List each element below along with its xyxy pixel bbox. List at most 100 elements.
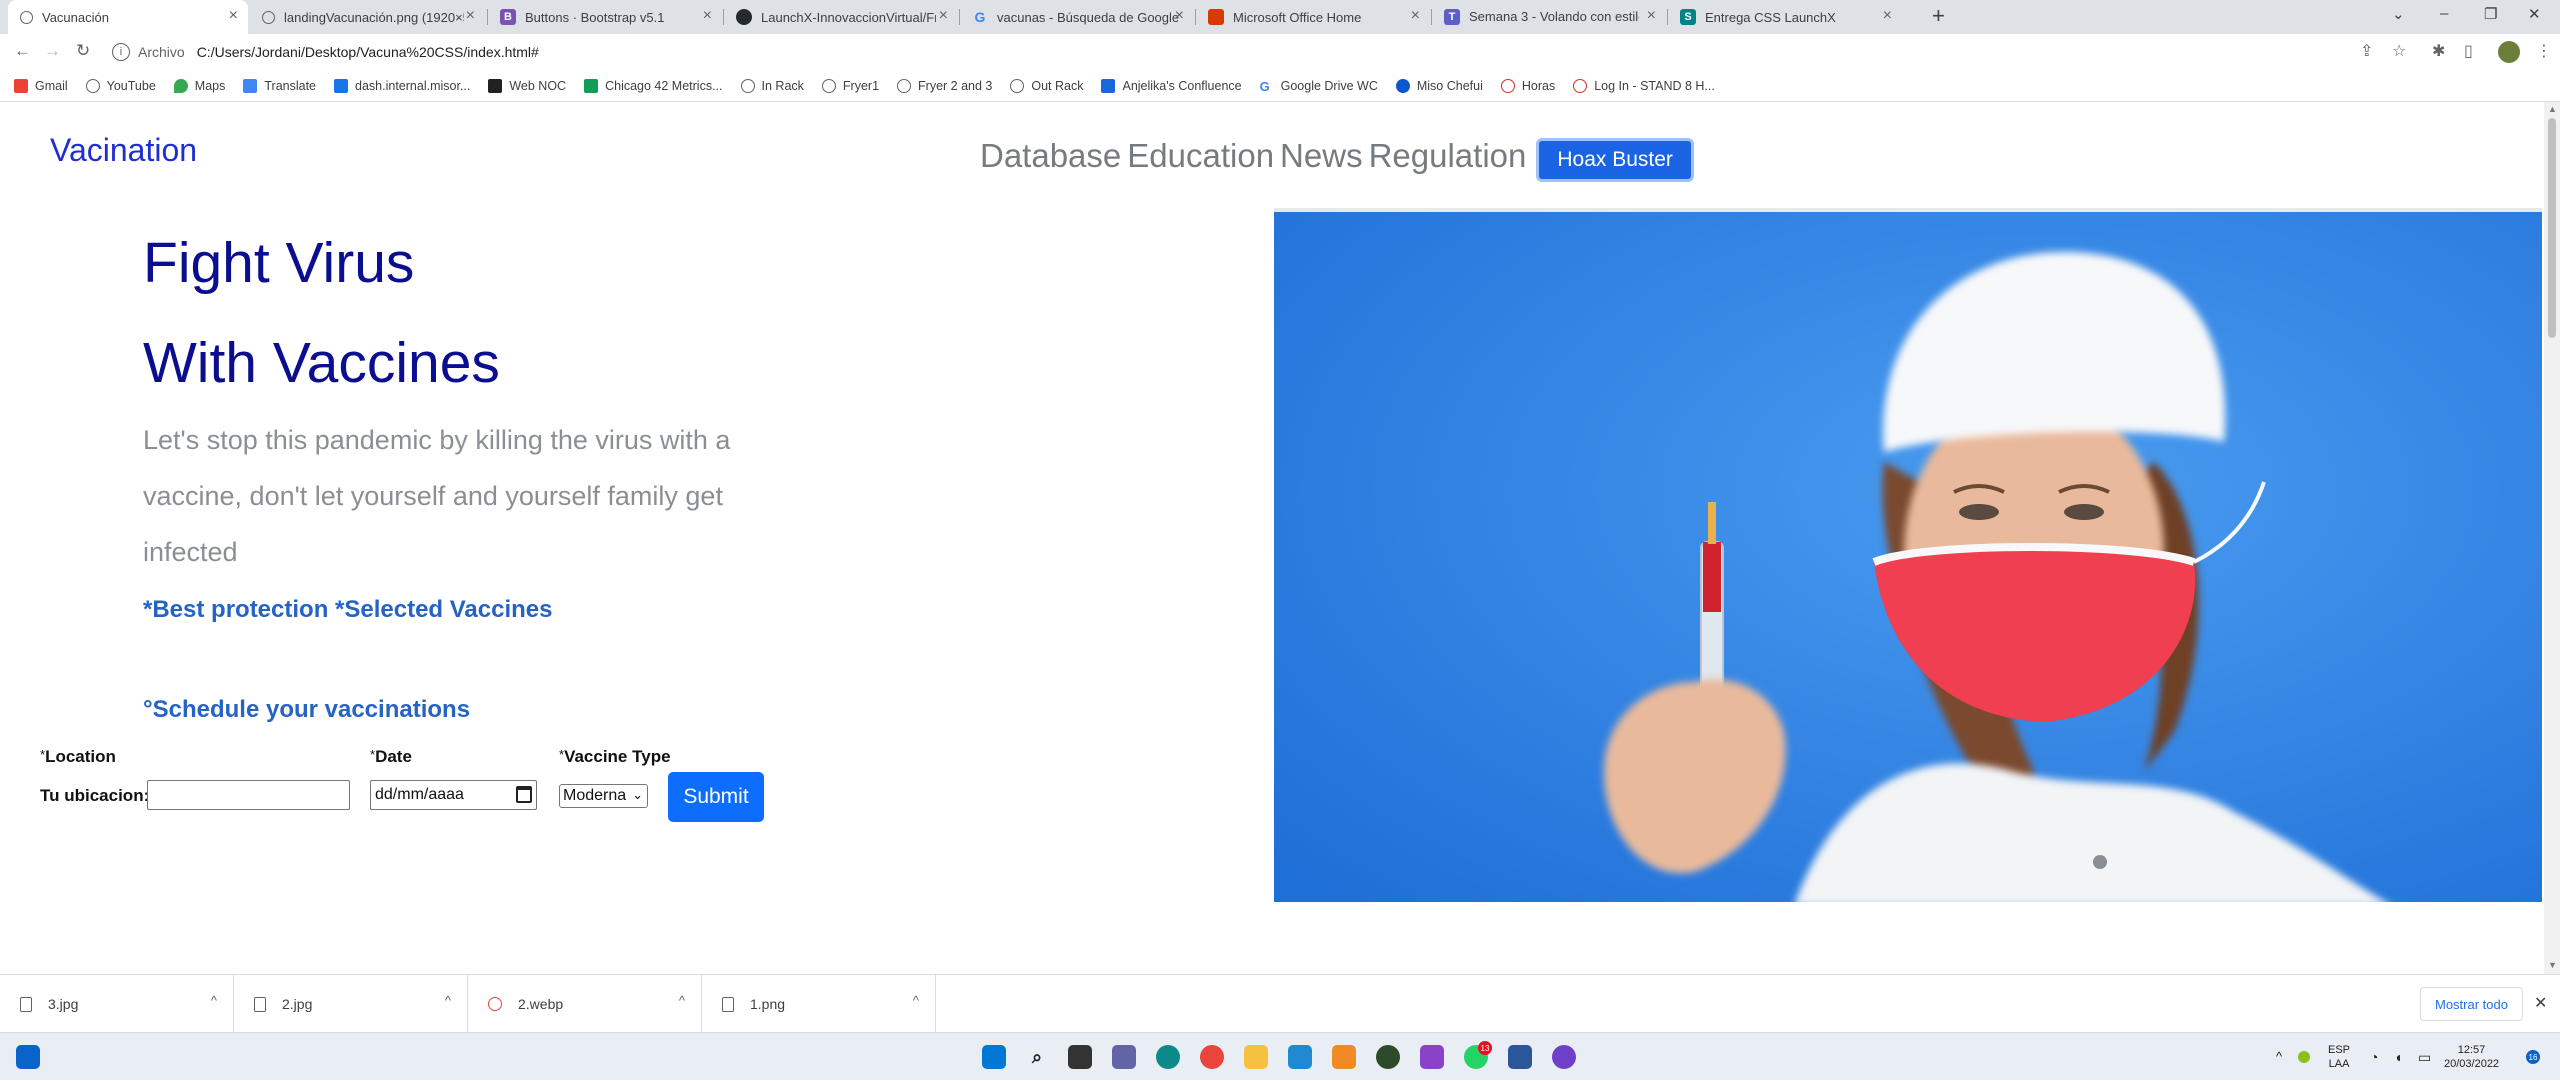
close-tab-icon[interactable]: × — [1411, 8, 1420, 24]
widgets-icon[interactable] — [16, 1045, 40, 1069]
calendar-icon[interactable] — [516, 786, 532, 803]
location-input[interactable] — [147, 780, 350, 810]
volume-icon[interactable]: ◖ — [2394, 1033, 2402, 1081]
close-shelf-icon[interactable]: ✕ — [2534, 993, 2547, 1013]
tab-vacunacion[interactable]: Vacunación × — [8, 0, 248, 34]
nav-database[interactable]: Database — [980, 137, 1121, 175]
task-view-icon[interactable] — [1068, 1045, 1092, 1069]
restore-icon[interactable]: ❐ — [2484, 5, 2497, 23]
new-tab-icon[interactable]: + — [1932, 5, 1945, 27]
word-icon[interactable] — [1508, 1045, 1532, 1069]
menu-kebab-icon[interactable]: ⋮ — [2536, 43, 2552, 61]
chevron-up-icon[interactable]: ^ — [679, 993, 685, 1008]
close-tab-icon[interactable]: × — [1883, 8, 1892, 24]
url-text[interactable]: C:/Users/Jordani/Desktop/Vacuna%20CSS/in… — [197, 44, 539, 60]
bookmark-stand8[interactable]: Log In - STAND 8 H... — [1573, 78, 1715, 93]
profile-avatar[interactable] — [2498, 41, 2520, 63]
app-globe-icon[interactable] — [1376, 1045, 1400, 1069]
minimize-icon[interactable]: – — [2440, 5, 2448, 22]
download-item[interactable]: 1.png ^ — [702, 975, 936, 1033]
start-windows-icon[interactable] — [982, 1045, 1006, 1069]
battery-icon[interactable]: ▭ — [2418, 1033, 2431, 1081]
bookmark-maps[interactable]: Maps — [173, 78, 225, 93]
hoax-buster-button[interactable]: Hoax Buster — [1536, 138, 1694, 182]
extensions-icon[interactable]: ✱ — [2432, 43, 2445, 61]
nav-regulation[interactable]: Regulation — [1369, 137, 1527, 175]
tab-entrega-css[interactable]: S Entrega CSS LaunchX × — [1668, 0, 1902, 34]
omnibox[interactable]: i Archivo C:/Users/Jordani/Desktop/Vacun… — [112, 38, 2392, 66]
sheets-icon — [584, 78, 599, 93]
bookmark-fryer1[interactable]: Fryer1 — [821, 78, 879, 93]
close-window-icon[interactable]: ✕ — [2528, 5, 2541, 23]
bookmark-google-drive[interactable]: G Google Drive WC — [1260, 79, 1378, 94]
bookmark-star-icon[interactable]: ☆ — [2392, 43, 2406, 61]
tray-app-icon[interactable] — [2298, 1033, 2310, 1081]
chevron-up-icon[interactable]: ^ — [211, 993, 217, 1008]
close-tab-icon[interactable]: × — [466, 8, 475, 24]
chevron-up-icon[interactable]: ^ — [913, 993, 919, 1008]
side-panel-icon[interactable]: ▯ — [2464, 43, 2473, 61]
forward-icon[interactable]: → — [44, 42, 61, 60]
date-input[interactable]: dd/mm/aaaa — [370, 780, 537, 810]
back-icon[interactable]: ← — [14, 42, 31, 60]
show-all-downloads-button[interactable]: Mostrar todo — [2420, 987, 2523, 1021]
scroll-up-icon[interactable]: ▲ — [2548, 104, 2557, 114]
bookmark-chicago-metrics[interactable]: Chicago 42 Metrics... — [584, 78, 723, 93]
bookmark-miso-chefui[interactable]: Miso Chefui — [1395, 78, 1483, 93]
tab-teams-semana3[interactable]: T Semana 3 - Volando con estilo 🚀 × — [1432, 0, 1666, 34]
bookmark-horas[interactable]: Horas — [1500, 78, 1555, 93]
tab-search-chevron-icon[interactable]: ⌄ — [2392, 5, 2405, 23]
wifi-icon[interactable]: ◔ — [2370, 1033, 2378, 1081]
clock[interactable]: 12:57 20/03/2022 — [2444, 1033, 2499, 1081]
page-scrollbar[interactable]: ▲ ▼ — [2544, 102, 2560, 974]
reload-icon[interactable]: ↻ — [76, 42, 90, 60]
dashboard-icon — [334, 78, 349, 93]
download-item[interactable]: 2.webp ^ — [468, 975, 702, 1033]
vlc-icon[interactable] — [1332, 1045, 1356, 1069]
bookmark-dash-internal[interactable]: dash.internal.misor... — [334, 78, 470, 93]
teams-chat-icon[interactable] — [1112, 1045, 1136, 1069]
file-explorer-icon[interactable] — [1244, 1045, 1268, 1069]
bookmark-youtube[interactable]: YouTube — [85, 78, 156, 93]
bookmark-fryer-2-3[interactable]: Fryer 2 and 3 — [897, 78, 992, 93]
tray-overflow-chevron-icon[interactable]: ^ — [2276, 1033, 2282, 1081]
download-item[interactable]: 2.jpg ^ — [234, 975, 468, 1033]
nav-education[interactable]: Education — [1127, 137, 1274, 175]
share-icon[interactable]: ⇪ — [2360, 43, 2373, 61]
submit-button[interactable]: Submit — [668, 772, 764, 822]
close-tab-icon[interactable]: × — [1175, 8, 1184, 24]
bookmark-out-rack[interactable]: Out Rack — [1010, 78, 1083, 93]
bookmark-in-rack[interactable]: In Rack — [740, 78, 804, 93]
confluence-icon — [1101, 78, 1116, 93]
bookmark-web-noc[interactable]: Web NOC — [488, 78, 566, 93]
tab-bootstrap-buttons[interactable]: B Buttons · Bootstrap v5.1 × — [488, 0, 722, 34]
tab-google-search[interactable]: G vacunas - Búsqueda de Google × — [960, 0, 1194, 34]
bookmark-confluence[interactable]: Anjelika's Confluence — [1101, 78, 1242, 93]
notification-badge[interactable]: 16 — [2526, 1050, 2540, 1064]
bootstrap-icon: B — [500, 9, 516, 25]
github-desktop-icon[interactable] — [1552, 1045, 1576, 1069]
download-item[interactable]: 3.jpg ^ — [0, 975, 234, 1033]
scrollbar-thumb[interactable] — [2548, 118, 2556, 338]
input-language[interactable]: ESP LAA — [2328, 1033, 2350, 1081]
vaccine-type-select[interactable]: Moderna ⌄ — [559, 784, 648, 808]
close-tab-icon[interactable]: × — [939, 8, 948, 24]
brand-logo[interactable]: Vacination — [50, 132, 197, 169]
search-icon[interactable]: ⌕ — [1025, 1045, 1049, 1069]
close-tab-icon[interactable]: × — [1647, 8, 1656, 24]
tab-office-home[interactable]: Microsoft Office Home × — [1196, 0, 1430, 34]
info-icon[interactable]: i — [112, 43, 130, 61]
scroll-down-icon[interactable]: ▼ — [2548, 960, 2557, 970]
nav-news[interactable]: News — [1280, 137, 1363, 175]
close-tab-icon[interactable]: × — [229, 8, 238, 24]
chrome-icon[interactable] — [1200, 1045, 1224, 1069]
chevron-up-icon[interactable]: ^ — [445, 993, 451, 1008]
bookmark-gmail[interactable]: Gmail — [14, 78, 68, 93]
edge-icon[interactable] — [1156, 1045, 1180, 1069]
vscode-icon[interactable] — [1288, 1045, 1312, 1069]
tab-github[interactable]: LaunchX-InnovaccionVirtual/Fron… × — [724, 0, 958, 34]
app-shield-icon[interactable] — [1420, 1045, 1444, 1069]
bookmark-translate[interactable]: Translate — [243, 78, 316, 93]
close-tab-icon[interactable]: × — [703, 8, 712, 24]
tab-landing-png[interactable]: landingVacunación.png (1920×5… × — [250, 0, 485, 34]
